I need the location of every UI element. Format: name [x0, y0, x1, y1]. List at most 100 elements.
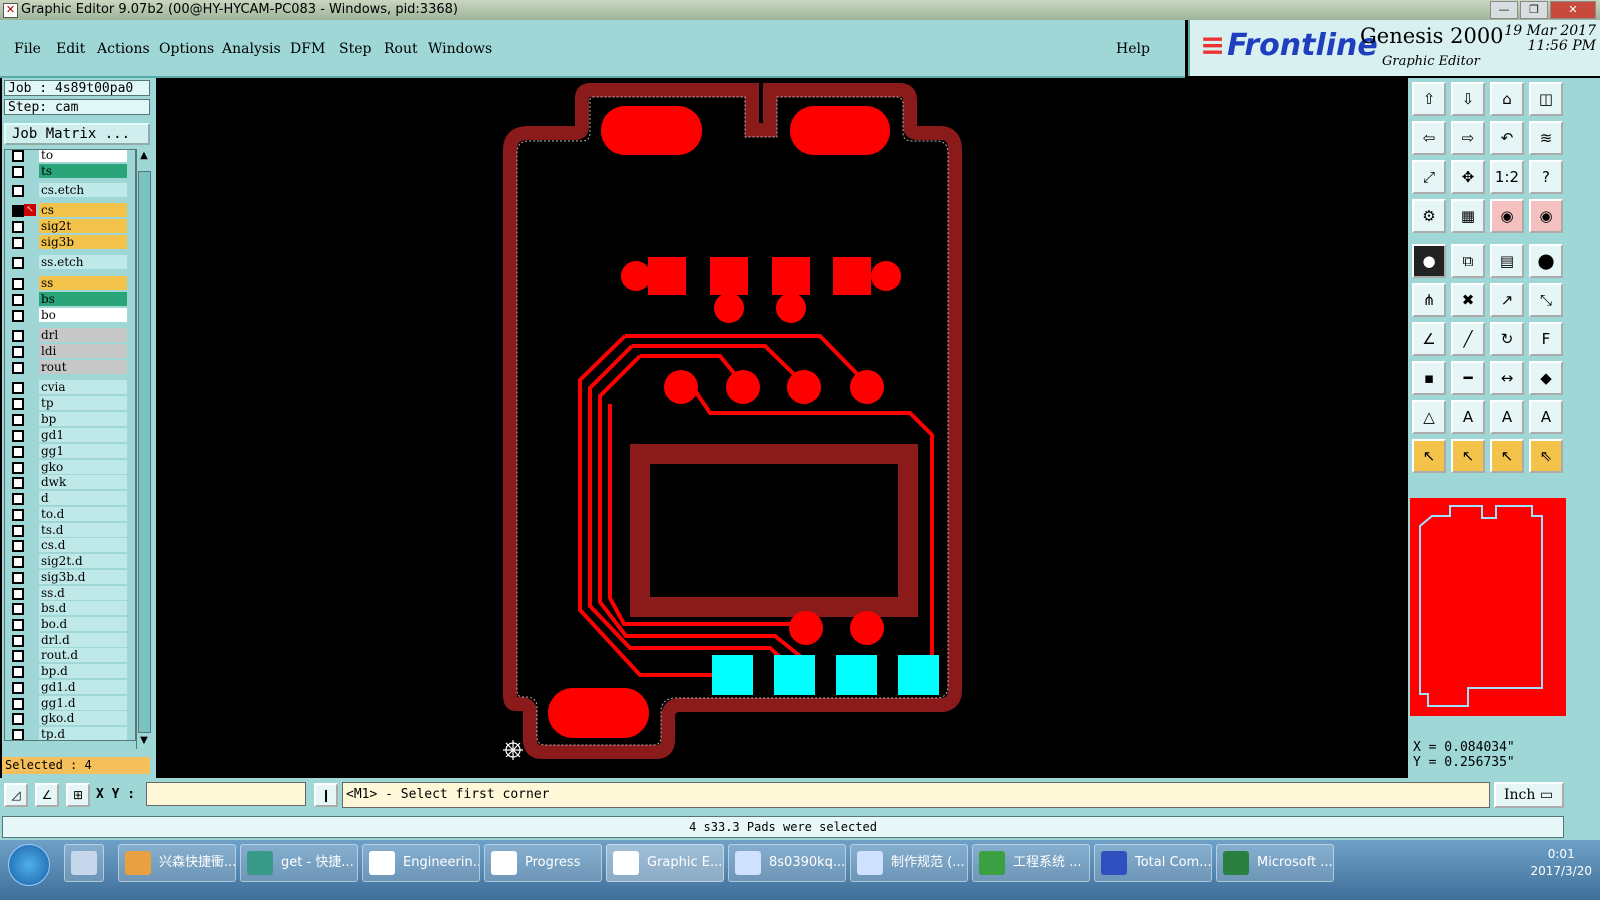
layer-name[interactable]: ss: [39, 276, 127, 290]
layer-checkbox[interactable]: [12, 237, 24, 249]
layer-name[interactable]: to: [39, 150, 127, 162]
layer-checkbox[interactable]: [12, 330, 24, 342]
layer-row-gg1[interactable]: gg1: [5, 444, 135, 459]
layer-checkbox[interactable]: [12, 666, 24, 678]
layer-name[interactable]: ts: [39, 164, 127, 178]
menu-actions[interactable]: Actions: [97, 41, 150, 57]
layer-checkbox[interactable]: [12, 477, 24, 489]
layer-checkbox[interactable]: [12, 588, 24, 600]
taskbar-item[interactable]: Total Com...: [1094, 844, 1212, 882]
layer-row-ss[interactable]: ss: [5, 276, 135, 291]
layer-name[interactable]: bs: [39, 292, 127, 306]
layer-name[interactable]: gd1.d: [39, 680, 127, 694]
layer-row-bs[interactable]: bs: [5, 292, 135, 307]
layer-checkbox[interactable]: [12, 166, 24, 178]
layer-row-sig2t-d[interactable]: sig2t.d: [5, 554, 135, 569]
layer-row-d[interactable]: d: [5, 491, 135, 506]
layer-row-cs[interactable]: ↖ cs: [5, 203, 135, 218]
layer-row-ss-etch[interactable]: ss.etch: [5, 255, 135, 270]
scroll-down-icon[interactable]: ▼: [138, 735, 150, 747]
layer-row-bo[interactable]: bo: [5, 308, 135, 323]
layer-checkbox[interactable]: [12, 713, 24, 725]
arc-icon[interactable]: ↻: [1490, 322, 1524, 356]
select-box-icon[interactable]: ↖: [1451, 439, 1485, 473]
dash-icon[interactable]: ━: [1451, 361, 1485, 395]
system-clock[interactable]: 0:01 2017/3/20: [1530, 846, 1592, 880]
layer-checkbox[interactable]: [12, 414, 24, 426]
layer-checkbox[interactable]: [12, 525, 24, 537]
menu-step[interactable]: Step: [339, 41, 371, 57]
layer-name[interactable]: cs: [39, 203, 127, 217]
layer-row-tp[interactable]: tp: [5, 396, 135, 411]
menu-help[interactable]: Help: [1116, 41, 1150, 57]
delete-node-icon[interactable]: ✖: [1451, 283, 1485, 317]
measure-icon[interactable]: ∠: [35, 783, 59, 807]
layer-row-tp-d[interactable]: tp.d: [5, 727, 135, 740]
layer-checkbox[interactable]: [12, 205, 24, 217]
layer-name[interactable]: ldi: [39, 344, 127, 358]
connect-nodes-icon[interactable]: ⋔: [1412, 283, 1446, 317]
layer-checkbox[interactable]: [12, 257, 24, 269]
taskbar-item[interactable]: 制作规范 (...: [850, 844, 968, 882]
layer-row-sig3b[interactable]: sig3b: [5, 235, 135, 250]
layer-checkbox[interactable]: [12, 635, 24, 647]
layer-scrollbar[interactable]: ▲ ▼: [136, 149, 151, 749]
taskbar-item[interactable]: get - 快捷...: [240, 844, 358, 882]
layer-checkbox[interactable]: [12, 430, 24, 442]
select-circle-icon[interactable]: ↖: [1490, 439, 1524, 473]
layer-row-ts[interactable]: ts: [5, 164, 135, 179]
layer-checkbox[interactable]: [12, 346, 24, 358]
layer-name[interactable]: dwk: [39, 475, 127, 489]
move-node-icon[interactable]: ↗: [1490, 283, 1524, 317]
menu-rout[interactable]: Rout: [384, 41, 418, 57]
layer-name[interactable]: bp.d: [39, 664, 127, 678]
layer-checkbox[interactable]: [12, 619, 24, 631]
shapes-icon[interactable]: ◆: [1529, 361, 1563, 395]
layer-row-drl-d[interactable]: drl.d: [5, 633, 135, 648]
layer-name[interactable]: ss.d: [39, 586, 127, 600]
layer-row-bp-d[interactable]: bp.d: [5, 664, 135, 679]
layer-checkbox[interactable]: [12, 682, 24, 694]
layer-checkbox[interactable]: [12, 493, 24, 505]
layer-dark-icon[interactable]: ◉: [1529, 199, 1563, 233]
select-route-icon[interactable]: ⇖: [1529, 439, 1563, 473]
layer-row-ldi[interactable]: ldi: [5, 344, 135, 359]
ruler-icon[interactable]: ▤: [1490, 244, 1524, 278]
explorer-pinned-icon[interactable]: [64, 844, 104, 882]
job-matrix-button[interactable]: Job Matrix ...: [4, 123, 150, 145]
snap-icon[interactable]: ◿: [4, 783, 28, 807]
pan-left-icon[interactable]: ⇦: [1412, 121, 1446, 155]
graphic-canvas[interactable]: [156, 78, 1408, 778]
layer-checkbox[interactable]: [12, 278, 24, 290]
taskbar-item[interactable]: 工程系统 ...: [972, 844, 1090, 882]
layer-row-drl[interactable]: drl: [5, 328, 135, 343]
layer-row-gko[interactable]: gko: [5, 460, 135, 475]
layer-name[interactable]: cvia: [39, 380, 127, 394]
layer-name[interactable]: to.d: [39, 507, 127, 521]
menu-edit[interactable]: Edit: [56, 41, 85, 57]
layer-checkbox[interactable]: [12, 698, 24, 710]
copy-transform-icon[interactable]: ⧉: [1451, 244, 1485, 278]
pad-add-icon[interactable]: ▪: [1412, 361, 1446, 395]
layer-name[interactable]: gg1.d: [39, 696, 127, 710]
layer-name[interactable]: bo: [39, 308, 127, 322]
menu-file[interactable]: File: [14, 41, 41, 57]
layer-name[interactable]: bo.d: [39, 617, 127, 631]
layer-row-cs-etch[interactable]: cs.etch: [5, 183, 135, 198]
layer-checkbox[interactable]: [12, 462, 24, 474]
angle-icon[interactable]: ∠: [1412, 322, 1446, 356]
scroll-up-icon[interactable]: ▲: [138, 150, 150, 162]
layer-row-dwk[interactable]: dwk: [5, 475, 135, 490]
layer-name[interactable]: d: [39, 491, 127, 505]
layer-checkbox[interactable]: [12, 150, 24, 162]
layer-name[interactable]: sig2t: [39, 219, 127, 233]
measure-width-icon[interactable]: ↔: [1490, 361, 1524, 395]
grid-icon[interactable]: ⊞: [66, 783, 90, 807]
layer-row-gd1[interactable]: gd1: [5, 428, 135, 443]
fill-circle-icon[interactable]: ⬤: [1529, 244, 1563, 278]
maximize-button[interactable]: ❐: [1520, 1, 1548, 19]
layer-checkbox[interactable]: [12, 509, 24, 521]
pan-right-icon[interactable]: ⇨: [1451, 121, 1485, 155]
triangle-a-icon[interactable]: △: [1412, 400, 1446, 434]
close-button[interactable]: ✕: [1550, 1, 1596, 19]
